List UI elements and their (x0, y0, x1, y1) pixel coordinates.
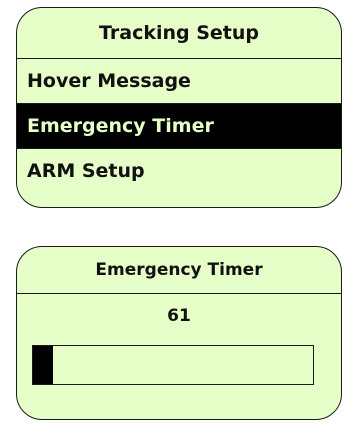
timer-progress-fill (33, 346, 53, 384)
tracking-setup-menu-screen: Tracking Setup Hover Message Emergency T… (16, 7, 342, 208)
header-divider (17, 293, 341, 294)
menu-item-arm-setup[interactable]: ARM Setup (17, 148, 341, 193)
emergency-timer-screen: Emergency Timer 61 (16, 246, 342, 420)
timer-value: 61 (167, 306, 191, 326)
menu-item-hover-message[interactable]: Hover Message (17, 58, 341, 103)
menu-list: Hover Message Emergency Timer ARM Setup (17, 58, 341, 193)
timer-progress-bar[interactable] (32, 345, 314, 385)
menu-item-emergency-timer[interactable]: Emergency Timer (17, 103, 341, 148)
timer-title: Emergency Timer (95, 260, 263, 280)
menu-title: Tracking Setup (99, 22, 259, 44)
